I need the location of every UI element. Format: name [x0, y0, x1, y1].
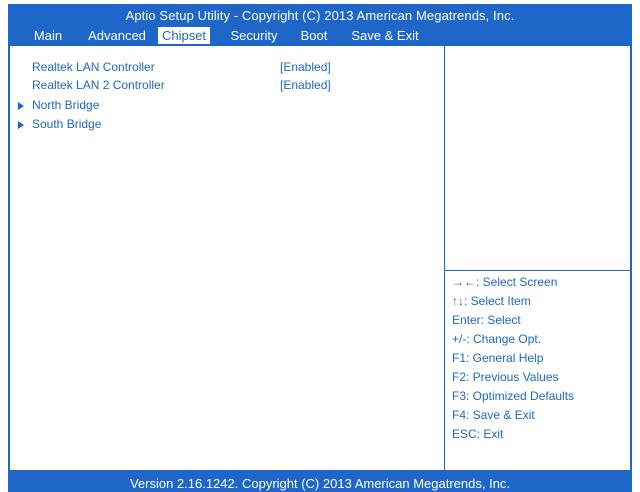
help-previous-values: F2: Previous Values: [452, 370, 559, 384]
tab-save-exit[interactable]: Save & Exit: [348, 27, 422, 44]
help-enter-select: Enter: Select: [452, 313, 521, 327]
submenu-arrow-icon: [18, 102, 24, 110]
menu-item-south-bridge[interactable]: South Bridge: [32, 116, 101, 133]
submenu-arrow-icon: [18, 121, 24, 129]
tab-advanced[interactable]: Advanced: [84, 27, 150, 44]
tab-chipset[interactable]: Chipset: [158, 27, 210, 44]
help-change-opt: +/-: Change Opt.: [452, 332, 542, 346]
help-optimized-defaults: F3: Optimized Defaults: [452, 389, 575, 403]
tab-boot[interactable]: Boot: [296, 27, 332, 44]
version-text: Version 2.16.1242. Copyright (C) 2013 Am…: [129, 476, 511, 491]
menu-item-realtek-lan-2[interactable]: Realtek LAN 2 Controller: [32, 77, 165, 94]
menu-item-north-bridge[interactable]: North Bridge: [32, 97, 99, 114]
tab-security[interactable]: Security: [226, 27, 282, 44]
menu-item-realtek-lan[interactable]: Realtek LAN Controller: [32, 59, 155, 76]
bios-title: Aptio Setup Utility - Copyright (C) 2013…: [125, 8, 515, 23]
main-panel: Realtek LAN Controller [Enabled] Realtek…: [8, 44, 632, 472]
bios-header: Aptio Setup Utility - Copyright (C) 2013…: [8, 4, 632, 44]
bios-footer: Version 2.16.1242. Copyright (C) 2013 Am…: [8, 470, 632, 492]
help-esc-exit: ESC: Exit: [452, 427, 504, 441]
help-save-exit: F4: Save & Exit: [452, 408, 535, 422]
realtek-lan-value[interactable]: [Enabled]: [280, 59, 331, 76]
help-general-help: F1: General Help: [452, 351, 544, 365]
tab-bar: Main Advanced Chipset Security Boot Save…: [8, 27, 632, 44]
help-divider: [445, 270, 630, 271]
tab-main[interactable]: Main: [26, 27, 70, 44]
help-select-item: ↑↓: Select Item: [452, 294, 531, 308]
panel-divider: [444, 46, 445, 470]
realtek-lan-2-value[interactable]: [Enabled]: [280, 77, 331, 94]
help-select-screen: →←: Select Screen: [452, 275, 558, 289]
